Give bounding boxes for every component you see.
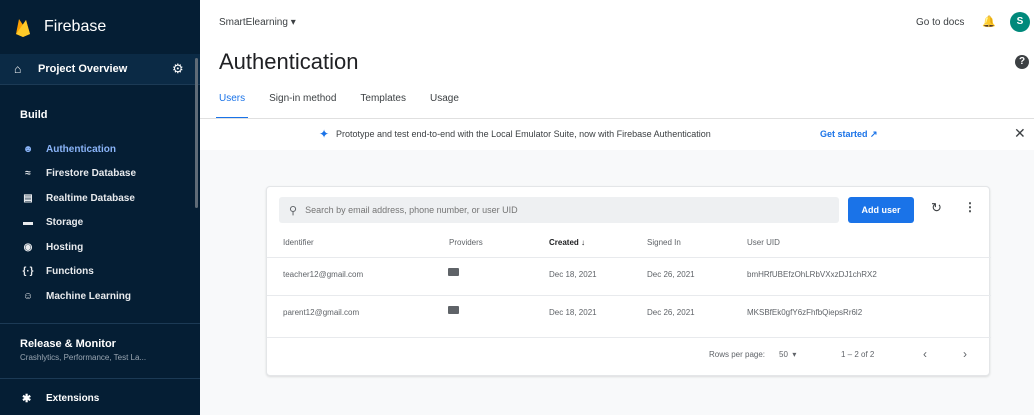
- search-input[interactable]: [305, 205, 806, 215]
- sidebar-item-label: Functions: [46, 266, 94, 278]
- arrow-down-icon: ↓: [581, 238, 586, 247]
- bell-icon[interactable]: 🔔: [982, 15, 996, 28]
- identifier-cell: parent12@gmail.com: [283, 308, 360, 317]
- release-monitor-title: Release & Monitor: [20, 337, 116, 350]
- email-provider-icon: [448, 306, 459, 314]
- database-icon: ▤: [23, 192, 33, 204]
- column-identifier[interactable]: Identifier: [283, 238, 314, 247]
- chevron-left-icon[interactable]: ‹: [923, 347, 927, 361]
- external-link-icon: ↗: [870, 129, 878, 139]
- main-area: SmartElearning ▾ Go to docs 🔔 S Authenti…: [200, 0, 1034, 415]
- rows-per-page-value: 50: [779, 350, 788, 359]
- column-created[interactable]: Created ↓: [549, 238, 585, 247]
- column-providers[interactable]: Providers: [449, 238, 483, 247]
- sidebar-item-label: Realtime Database: [46, 192, 135, 204]
- tab-users[interactable]: Users: [215, 93, 249, 119]
- firestore-icon: ≈: [25, 168, 31, 180]
- column-user-uid[interactable]: User UID: [747, 238, 780, 247]
- chevron-down-icon: ▾: [290, 17, 296, 28]
- go-to-docs-link[interactable]: Go to docs: [916, 17, 964, 28]
- sidebar-item-label: Machine Learning: [46, 290, 132, 302]
- page-title: Authentication: [219, 49, 359, 74]
- signed-in-cell: Dec 26, 2021: [647, 270, 695, 279]
- rows-per-page-select[interactable]: 50 ▾: [779, 350, 796, 359]
- more-vert-icon[interactable]: ⋮: [964, 200, 976, 214]
- email-provider-icon: [448, 268, 459, 276]
- tab-sign-in-method[interactable]: Sign-in method: [269, 93, 336, 119]
- top-bar: SmartElearning ▾ Go to docs 🔔 S: [200, 0, 1034, 40]
- column-signed-in[interactable]: Signed In: [647, 238, 681, 247]
- globe-icon: ◉: [23, 241, 33, 253]
- get-started-label: Get started: [820, 129, 868, 139]
- project-overview-label: Project Overview: [38, 63, 128, 75]
- folder-icon: ▬: [23, 217, 33, 229]
- uid-cell: MKSBfEk0gfY6zFhfbQiepsRr6l2: [747, 308, 863, 317]
- firebase-brand[interactable]: Firebase: [0, 0, 200, 54]
- banner-message: Prototype and test end-to-end with the L…: [336, 129, 711, 139]
- sidebar-divider: [0, 377, 200, 379]
- sidebar-item-label: Storage: [46, 217, 84, 229]
- table-pagination: Rows per page: 50 ▾ 1 – 2 of 2 ‹ ›: [267, 337, 991, 369]
- sparkle-icon: ✦: [319, 127, 330, 141]
- sidebar-item-label: Authentication: [46, 143, 116, 155]
- release-monitor-section[interactable]: Release & Monitor Crashlytics, Performan…: [0, 324, 200, 378]
- sidebar-item-firestore[interactable]: ≈ Firestore Database: [0, 162, 200, 187]
- sidebar-item-label: Extensions: [46, 393, 100, 404]
- page-range: 1 – 2 of 2: [841, 350, 875, 359]
- rows-per-page-label: Rows per page:: [709, 350, 766, 359]
- uid-cell: bmHRfUBEfzOhLRbVXxzDJ1chRX2: [747, 270, 877, 279]
- project-selector[interactable]: SmartElearning ▾: [219, 17, 296, 28]
- signed-in-cell: Dec 26, 2021: [647, 308, 695, 317]
- users-card: ⚲ Add user ↻ ⋮ Identifier Providers Crea…: [266, 186, 991, 376]
- sidebar-scrollbar[interactable]: [195, 58, 198, 208]
- table-row[interactable]: parent12@gmail.com Dec 18, 2021 Dec 26, …: [267, 295, 991, 329]
- sidebar-item-functions[interactable]: {·} Functions: [0, 260, 200, 285]
- emulator-banner: ✦ Prototype and test end-to-end with the…: [200, 119, 1034, 149]
- sidebar-item-hosting[interactable]: ◉ Hosting: [0, 235, 200, 260]
- sidebar-item-label: Hosting: [46, 241, 84, 253]
- sidebar-item-machine-learning[interactable]: ☺ Machine Learning: [0, 284, 200, 309]
- sidebar-item-storage[interactable]: ▬ Storage: [0, 211, 200, 236]
- release-monitor-subtitle: Crashlytics, Performance, Test La...: [20, 352, 147, 362]
- column-created-label: Created: [549, 238, 579, 247]
- brand-name: Firebase: [44, 18, 107, 35]
- functions-icon: {·}: [22, 266, 34, 278]
- refresh-icon[interactable]: ↻: [931, 200, 942, 216]
- home-icon: ⌂: [14, 62, 22, 76]
- chevron-down-icon: ▾: [792, 350, 797, 359]
- help-icon[interactable]: ?: [1015, 55, 1029, 69]
- add-user-button[interactable]: Add user: [848, 197, 914, 223]
- sidebar-item-extensions[interactable]: ✱ Extensions: [0, 385, 200, 413]
- people-icon: ☻: [22, 143, 34, 155]
- tab-usage[interactable]: Usage: [430, 93, 459, 119]
- robot-icon: ☺: [22, 290, 34, 302]
- firebase-logo-icon: [16, 19, 30, 37]
- project-overview-item[interactable]: ⌂ Project Overview ⚙: [0, 54, 200, 84]
- created-cell: Dec 18, 2021: [549, 308, 597, 317]
- gear-icon[interactable]: ⚙: [172, 61, 186, 77]
- tab-templates[interactable]: Templates: [360, 93, 406, 119]
- get-started-link[interactable]: Get started ↗: [820, 129, 878, 140]
- sidebar-item-authentication[interactable]: ☻ Authentication: [0, 137, 200, 162]
- puzzle-icon: ✱: [22, 393, 32, 405]
- sidebar-item-realtime-database[interactable]: ▤ Realtime Database: [0, 186, 200, 211]
- build-section-title[interactable]: Build: [0, 95, 200, 137]
- avatar[interactable]: S: [1010, 12, 1030, 32]
- table-header: Identifier Providers Created ↓ Signed In…: [267, 233, 991, 255]
- project-name: SmartElearning: [219, 17, 288, 28]
- table-row[interactable]: teacher12@gmail.com Dec 18, 2021 Dec 26,…: [267, 257, 991, 291]
- sidebar-divider: [0, 84, 200, 85]
- close-icon[interactable]: ✕: [1014, 125, 1026, 142]
- created-cell: Dec 18, 2021: [549, 270, 597, 279]
- sidebar-item-label: Firestore Database: [46, 168, 137, 180]
- search-icon: ⚲: [289, 204, 298, 217]
- chevron-right-icon[interactable]: ›: [963, 347, 967, 361]
- identifier-cell: teacher12@gmail.com: [283, 270, 364, 279]
- search-bar[interactable]: ⚲: [279, 197, 839, 223]
- sidebar: Firebase ⌂ Project Overview ⚙ Build ☻ Au…: [0, 0, 200, 415]
- tab-bar: Users Sign-in method Templates Usage: [215, 93, 483, 119]
